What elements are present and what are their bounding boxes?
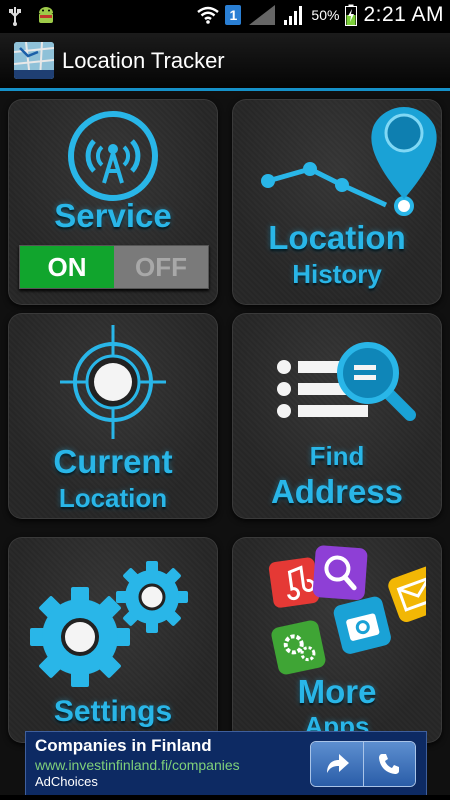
- ad-visit-button[interactable]: [311, 742, 363, 786]
- ad-title[interactable]: Companies in Finland: [35, 736, 212, 756]
- find-address-tile[interactable]: Find Address: [232, 313, 442, 519]
- current-location-line1: Current: [53, 443, 173, 480]
- ad-url[interactable]: www.investinfinland.fi/companies: [35, 757, 240, 773]
- location-history-line1: Location: [268, 219, 406, 256]
- forward-arrow-icon: [326, 754, 349, 773]
- service-label: Service: [54, 197, 172, 234]
- settings-label: Settings: [53, 695, 173, 728]
- battery-icon: [345, 4, 358, 26]
- ad-banner[interactable]: Companies in Finland www.investinfinland…: [25, 731, 427, 797]
- ad-call-button[interactable]: [362, 742, 415, 786]
- more-apps-line1: More: [297, 673, 377, 710]
- bottom-edge: [0, 795, 450, 800]
- gears-icon: [30, 561, 188, 687]
- android-icon: [39, 7, 53, 23]
- address-search-icon: [277, 342, 416, 421]
- wifi-icon: [197, 6, 220, 24]
- location-history-line2: History: [292, 259, 382, 289]
- find-address-line2: Address: [270, 473, 404, 510]
- crosshair-target-icon: [60, 325, 166, 439]
- signal-icon: [284, 6, 303, 25]
- usb-icon: [9, 7, 21, 26]
- service-tile[interactable]: Service ON OFF: [8, 99, 218, 305]
- settings-tile[interactable]: Settings: [8, 537, 218, 743]
- ad-action-buttons: [310, 741, 416, 787]
- current-location-tile[interactable]: Current Location: [8, 313, 218, 519]
- main-menu-grid: Service ON OFF Location History Current: [0, 91, 450, 743]
- notification-count: 1: [225, 5, 242, 25]
- ad-choices[interactable]: AdChoices: [35, 774, 98, 789]
- more-apps-tile[interactable]: More Apps: [232, 537, 442, 743]
- status-time: 2:21 AM: [363, 3, 444, 26]
- map-icon: [14, 42, 54, 79]
- app-logo: [14, 42, 54, 79]
- signal-weak-icon: [249, 5, 276, 25]
- location-history-icon: [261, 107, 437, 216]
- app-title: Location Tracker: [62, 48, 225, 73]
- battery-percent: 50%: [311, 7, 340, 23]
- toggle-on-option[interactable]: ON: [20, 246, 114, 288]
- location-history-tile[interactable]: Location History: [232, 99, 442, 305]
- title-bar: Location Tracker: [0, 33, 450, 91]
- toggle-off-option[interactable]: OFF: [114, 246, 208, 288]
- service-toggle[interactable]: ON OFF: [19, 245, 209, 289]
- find-address-line1: Find: [309, 441, 365, 471]
- broadcast-antenna-icon: [68, 111, 158, 201]
- status-bar: 1 50% 2:21 AM: [0, 0, 450, 33]
- app-icons-cluster-icon: [268, 545, 426, 675]
- phone-icon: [379, 754, 400, 774]
- current-location-line2: Location: [58, 483, 168, 513]
